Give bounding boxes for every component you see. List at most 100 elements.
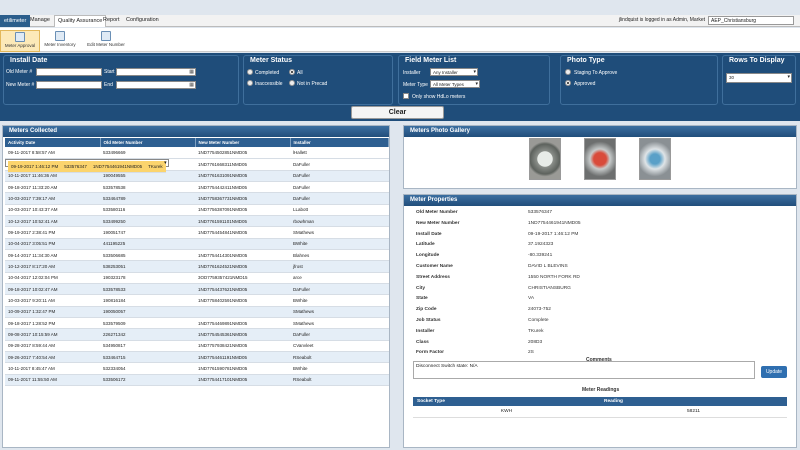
calendar-icon[interactable]: ▦ (189, 82, 194, 88)
table-row[interactable]: 10-03-2017 7:39:17 AM 533464789 1ND7758367… (5, 192, 389, 205)
table-row[interactable]: 09-14-2017 11:34:30 AM 533506685 1ND775441… (5, 249, 389, 262)
table-row[interactable]: 10-03-2017 10:43:37 AM 533580116 1ND775638… (5, 204, 389, 216)
property-value: 2S (528, 350, 534, 356)
reading-row: KWH 58211 (413, 406, 787, 418)
table-row[interactable]: 09-18-2017 10:02:47 AM 533578533 1ND775443… (5, 283, 389, 296)
status-completed-radio[interactable] (247, 69, 253, 75)
col-old-meter-number[interactable]: Old Meter Number (100, 138, 196, 147)
table-row[interactable]: 09-26-2017 7:40:54 AM 533464715 1ND7754461… (5, 351, 389, 364)
col-installer[interactable]: Installer (290, 138, 389, 147)
edit-meter-number-button[interactable]: Edit Meter Number (82, 30, 130, 52)
old-meter-cell: 190051747 (100, 226, 195, 239)
table-row[interactable]: 09-19-2017 2:38:41 PM 190051747 1ND7754454… (5, 226, 389, 239)
rows-to-display-select[interactable]: 30 (726, 73, 792, 83)
property-value: 37.1924323 (528, 242, 554, 248)
status-not-in-precad-label: Not in Precad (297, 81, 328, 87)
table-row[interactable]: 10-04-2017 12:02:04 PM 190323178 3OD775935… (5, 272, 389, 284)
installer-select[interactable]: Any Installer (430, 68, 478, 76)
new-meter-cell: 1ND7754442411NMD05 (195, 181, 290, 194)
old-meter-cell: 533506172 (100, 374, 195, 386)
table-row[interactable]: 09-08-2017 10:15:59 AM 226271342 1ND775454… (5, 328, 389, 341)
table-row[interactable]: 09-18-2017 11:33:20 AM 533578538 1ND775444… (5, 181, 389, 194)
photo-gallery-panel: Meters Photo Gallery (403, 125, 797, 189)
menu-item-report[interactable]: Report (103, 17, 120, 23)
readings-header-row: Socket Type Reading (413, 397, 787, 406)
property-label: Customer Name (416, 264, 453, 269)
property-label: Job Status (416, 318, 441, 323)
col-reading: Reading (600, 397, 787, 406)
table-row[interactable]: 09-11-2017 11:55:50 AM 533506172 1ND775441… (5, 374, 389, 386)
table-row[interactable]: 09-28-2017 8:59:44 AM 534950817 1ND7757938… (5, 340, 389, 352)
meter-inventory-button[interactable]: Meter Inventory (40, 30, 80, 52)
new-meter-cell: 1ND7761668311NMD05 (195, 158, 290, 171)
ribbon-toolbar: Meter Approval Meter Inventory Edit Mete… (0, 28, 800, 52)
activity-date-cell: 09-18-2017 11:33:20 AM (5, 181, 100, 194)
old-meter-cell: 534950817 (100, 340, 195, 352)
update-button[interactable]: Update (761, 366, 787, 378)
calendar-icon[interactable]: ▦ (189, 69, 194, 75)
end-date-input[interactable]: ▦ (116, 81, 196, 89)
new-meter-input[interactable] (36, 81, 102, 89)
menu-item-configuration[interactable]: Configuration (126, 17, 159, 23)
table-row[interactable]: 10-09-2017 1:32:47 PM 190050057 SMathews (5, 306, 389, 318)
old-meter-input[interactable] (36, 68, 102, 76)
col-new-meter-number[interactable]: New Meter Number (195, 138, 291, 147)
start-date-input[interactable]: ▦ (116, 68, 196, 76)
table-row[interactable]: 10-11-2017 8:45:47 AM 532334054 1ND7761590… (5, 362, 389, 375)
start-label: Start (104, 69, 115, 75)
menu-item-quality-assurance[interactable]: Quality Assurance (54, 15, 107, 27)
property-value: DAVID L BLEVINS (528, 264, 568, 269)
table-row[interactable]: 09-11-2017 8:58:57 AM 533496669 1ND7754502… (5, 147, 389, 159)
clear-button[interactable]: Clear (351, 106, 444, 119)
menu-item-manage[interactable]: Manage (30, 17, 50, 23)
field-meter-list-title: Field Meter List (405, 57, 457, 64)
activity-date-cell: 09-11-2017 8:58:57 AM (5, 147, 100, 159)
new-meter-cell: 1ND7754417101NMD05 (195, 374, 290, 386)
property-label: Latitude (416, 242, 435, 248)
menu-item-home[interactable]: etilimeter (0, 15, 31, 27)
meter-approval-button[interactable]: Meter Approval (0, 30, 40, 52)
staging-to-approve-radio[interactable] (565, 69, 571, 75)
meter-type-select[interactable]: All Meter Types (430, 80, 480, 88)
property-value: Complete (528, 318, 549, 323)
table-row[interactable]: 10-03-2017 9:20:11 AM 190816184 1ND7758402… (5, 294, 389, 307)
status-not-in-precad-radio[interactable] (289, 80, 295, 86)
meter-inventory-label: Meter Inventory (44, 42, 76, 47)
installer-cell: SMathews (290, 317, 389, 330)
comments-textarea[interactable]: Disconnect Switch state: N/A (413, 361, 755, 379)
installer-cell: DaFuller (290, 328, 389, 341)
installer-label: Installer (403, 70, 421, 76)
status-inaccessible-radio[interactable] (247, 80, 253, 86)
activity-date-cell: 10-03-2017 7:39:17 AM (5, 192, 100, 205)
property-label: City (416, 285, 426, 291)
table-row[interactable]: 10-04-2017 3:05:51 PM 441195225 BWhite (5, 238, 389, 250)
installer-cell: Blahnes (290, 249, 389, 262)
table-row[interactable]: 10-12-2017 8:17:20 AM 538253051 1ND7761624… (5, 260, 389, 273)
table-row[interactable]: 10-12-2017 10:52:41 AM 533499250 1ND776159… (5, 215, 389, 228)
market-value: AEP_Christiansburg (711, 18, 757, 24)
edit-meter-number-icon (101, 31, 111, 41)
table-row[interactable]: 09-18-2017 1:28:52 PM 533579509 1ND7754469… (5, 317, 389, 330)
meter-photo-2[interactable] (584, 138, 616, 180)
property-row: Customer Name DAVID L BLEVINS (410, 261, 780, 272)
new-meter-cell: 1ND7761624521NMD05 (195, 260, 290, 273)
meter-approval-icon (15, 32, 25, 42)
old-meter-cell: 533464715 (100, 351, 195, 364)
activity-date-cell: 10-04-2017 12:02:04 PM (5, 272, 100, 284)
property-row: Job Status Complete (410, 315, 780, 326)
property-row: Install Date 09-19-2017 1:46:12 PM (410, 229, 780, 240)
activity-date-cell: 09-11-2017 11:55:50 AM (5, 374, 100, 386)
only-show-checkbox[interactable] (403, 93, 409, 99)
table-row[interactable]: 09-19-2017 1:46:12 PM 533576347 1ND7754461… (5, 158, 169, 173)
property-label: Class (416, 339, 429, 345)
installer-cell: DaFuller (290, 170, 389, 182)
meter-photo-3[interactable] (639, 138, 671, 180)
meter-photo-1[interactable] (529, 138, 561, 180)
approved-radio[interactable] (565, 80, 571, 86)
meter-inventory-icon (55, 31, 65, 41)
market-select[interactable]: AEP_Christiansburg (708, 16, 794, 25)
col-activity-date[interactable]: Activity Date (5, 138, 101, 147)
property-label: Form Factor (416, 350, 444, 356)
status-all-radio[interactable] (289, 69, 295, 75)
installer-cell: DaFuller (290, 192, 389, 205)
